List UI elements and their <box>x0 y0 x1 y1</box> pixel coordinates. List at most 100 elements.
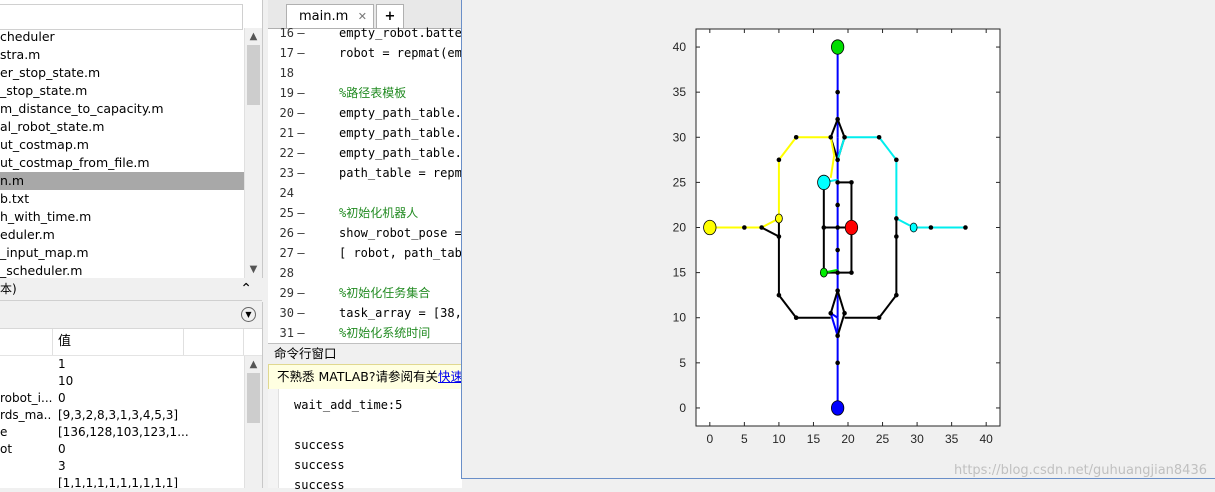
code-text: empty_path_table.s <box>339 106 462 120</box>
ws-scroll-up-icon[interactable]: ▲ <box>245 356 262 373</box>
line-number: 16 <box>279 26 294 40</box>
map-node <box>849 180 854 185</box>
map-node <box>793 315 799 321</box>
y-tick-label: 0 <box>679 401 686 415</box>
value-column-header[interactable]: 值 <box>58 329 71 355</box>
line-number: 29 <box>279 286 294 300</box>
workspace-variable-row[interactable]: rds_ma... [9,3,2,8,3,1,3,4,5,3] <box>0 407 262 424</box>
code-line[interactable]: 30– task_array = [38, <box>268 303 462 323</box>
workspace-variable-row[interactable]: e [136,128,103,123,1... <box>0 424 262 441</box>
file-item[interactable]: m_distance_to_capacity.m <box>0 100 244 118</box>
file-item[interactable]: _stop_state.m <box>0 82 244 100</box>
y-tick-label: 10 <box>673 311 687 325</box>
file-item[interactable]: h_with_time.m <box>0 208 244 226</box>
file-item[interactable]: cheduler <box>0 28 244 46</box>
map-node <box>849 270 854 275</box>
map-node <box>835 89 840 95</box>
map-node <box>894 292 899 298</box>
code-text: task_array = [38, <box>339 306 462 320</box>
breakpoint-marker[interactable]: – <box>294 103 308 123</box>
breakpoint-marker[interactable]: – <box>294 23 308 43</box>
map-node <box>928 225 934 230</box>
y-tick-label: 20 <box>673 221 687 235</box>
breakpoint-marker[interactable]: – <box>294 283 308 303</box>
code-line[interactable]: 29– %初始化任务集合 <box>268 283 462 303</box>
breakpoint-marker[interactable]: – <box>294 323 308 343</box>
ws-scroll-thumb[interactable] <box>247 373 260 423</box>
line-number: 20 <box>279 106 294 120</box>
breakpoint-marker[interactable]: – <box>294 43 308 63</box>
map-node <box>835 225 840 230</box>
breakpoint-marker[interactable]: – <box>294 243 308 263</box>
workspace-variable-row[interactable]: 1 <box>0 356 262 373</box>
breakpoint-marker[interactable]: – <box>294 143 308 163</box>
details-panel-header[interactable]: 本) ⌃ <box>0 278 262 301</box>
map-node <box>776 292 782 298</box>
workspace-variable-row[interactable]: ot 0 <box>0 441 262 458</box>
map-node <box>828 310 834 316</box>
code-text: empty_path_table.g <box>339 126 462 140</box>
breakpoint-marker[interactable]: – <box>294 83 308 103</box>
code-line[interactable]: 20– empty_path_table.s <box>268 103 462 123</box>
map-node <box>776 234 782 239</box>
workspace-panel: ▼ 值 1 10 robot_i... 0 rds_ma... [9,3,2,8,3,1,… <box>0 302 263 488</box>
breakpoint-marker[interactable]: – <box>294 223 308 243</box>
file-item[interactable]: er_stop_state.m <box>0 64 244 82</box>
robot-marker <box>819 267 828 278</box>
code-line[interactable]: 28 <box>268 263 462 283</box>
map-node <box>835 157 840 163</box>
scroll-down-icon[interactable]: ▼ <box>245 261 262 278</box>
code-line[interactable]: 27– [ robot, path_tabl <box>268 243 462 263</box>
file-item[interactable]: _scheduler.m <box>0 262 244 278</box>
code-line[interactable]: 19– %路径表模板 <box>268 83 462 103</box>
breakpoint-marker[interactable]: – <box>294 123 308 143</box>
current-folder-panel: cheduler stra.m er_stop_state.m _stop_state… <box>0 0 263 278</box>
variable-name: e <box>0 425 8 439</box>
code-text: %路径表模板 <box>339 86 407 100</box>
workspace-variable-row[interactable]: 3 <box>0 458 262 475</box>
robot-marker <box>775 213 783 224</box>
robot-marker <box>909 222 918 233</box>
code-line[interactable]: 31– %初始化系统时间 <box>268 323 462 343</box>
file-item[interactable]: n.m <box>0 172 244 190</box>
code-line[interactable]: 24 <box>268 183 462 203</box>
code-line[interactable]: 25– %初始化机器人 <box>268 203 462 223</box>
file-item[interactable]: eduler.m <box>0 226 244 244</box>
workspace-scrollbar[interactable]: ▲ <box>244 356 262 488</box>
code-line[interactable]: 26– show_robot_pose = <box>268 223 462 243</box>
code-line[interactable]: 18 <box>268 63 462 83</box>
y-tick-label: 35 <box>673 85 687 99</box>
code-text: [ robot, path_tabl <box>339 246 462 260</box>
code-line[interactable]: 23– path_table = repma <box>268 163 462 183</box>
scroll-up-icon[interactable]: ▲ <box>245 28 262 45</box>
code-line[interactable]: 17– robot = repmat(emp <box>268 43 462 63</box>
variable-value: [136,128,103,123,1... <box>58 425 189 439</box>
file-item[interactable]: b.txt <box>0 190 244 208</box>
breakpoint-marker[interactable]: – <box>294 203 308 223</box>
command-output-line: wait_add_time:5 <box>294 398 403 412</box>
file-item[interactable]: al_robot_state.m <box>0 118 244 136</box>
workspace-menu-icon[interactable]: ▼ <box>241 307 256 322</box>
workspace-variable-row[interactable]: robot_i... 0 <box>0 390 262 407</box>
breakpoint-marker[interactable]: – <box>294 163 308 183</box>
variable-value: 10 <box>58 374 74 388</box>
breakpoint-marker[interactable]: – <box>294 303 308 323</box>
map-node <box>835 360 840 366</box>
file-item[interactable]: ut_costmap.m <box>0 136 244 154</box>
file-item[interactable]: _input_map.m <box>0 244 244 262</box>
x-tick-label: 15 <box>807 432 821 446</box>
line-number: 31 <box>279 326 294 340</box>
command-window-header: 命令行窗口 <box>268 343 462 364</box>
line-number: 24 <box>279 186 294 200</box>
code-line[interactable]: 22– empty_path_table.r <box>268 143 462 163</box>
folder-search-box[interactable] <box>0 4 243 30</box>
collapse-chevron-icon[interactable]: ⌃ <box>240 278 252 300</box>
workspace-variable-row[interactable]: [1,1,1,1,1,1,1,1,1,1] <box>0 475 262 488</box>
workspace-variable-row[interactable]: 10 <box>0 373 262 390</box>
file-list-scrollbar[interactable]: ▲ ▼ <box>244 28 262 278</box>
file-item[interactable]: ut_costmap_from_file.m <box>0 154 244 172</box>
scroll-thumb[interactable] <box>247 45 260 105</box>
file-item[interactable]: stra.m <box>0 46 244 64</box>
code-line[interactable]: 21– empty_path_table.g <box>268 123 462 143</box>
code-line[interactable]: 16– empty_robot.batter <box>268 23 462 43</box>
